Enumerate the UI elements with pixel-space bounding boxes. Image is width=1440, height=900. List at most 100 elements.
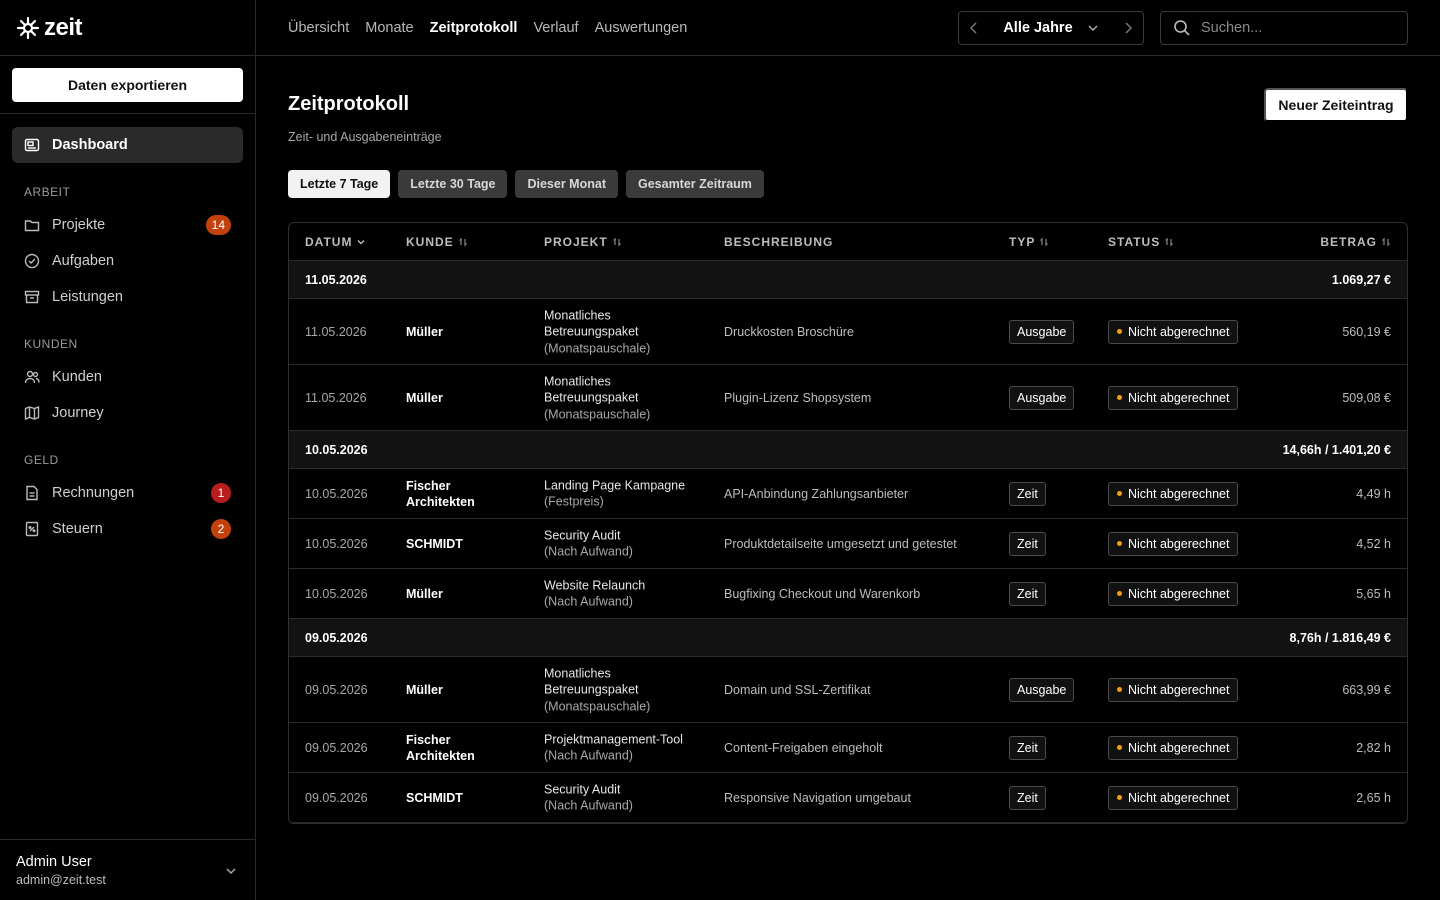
dashboard-icon <box>24 137 40 153</box>
row-projekt: Landing Page Kampagne (Festpreis) <box>544 477 719 510</box>
search-input[interactable] <box>1201 20 1391 36</box>
row-status: Nicht abgerechnet <box>1108 481 1239 506</box>
row-projekt: Monatliches Betreuungspaket (Monatspausch… <box>544 373 704 423</box>
table-row[interactable]: 09.05.2026 Fischer Architekten Projektma… <box>289 723 1407 773</box>
chevron-down-icon <box>225 864 237 882</box>
status-badge: Nicht abgerechnet <box>1108 735 1239 760</box>
row-typ: Zeit <box>1009 481 1046 506</box>
status-badge: Nicht abgerechnet <box>1108 481 1239 506</box>
sidebar-item-rechnungen[interactable]: Rechnungen 1 <box>12 475 243 511</box>
row-projekt-billing: (Monatspauschale) <box>544 340 651 355</box>
entries-table: DATUM KUNDE PROJEKT BESCHREIBUNG TYP STA… <box>288 222 1408 824</box>
sidebar-nav: Dashboard ARBEIT Projekte 14 Aufgaben Le… <box>12 127 243 547</box>
col-datum[interactable]: DATUM <box>305 235 366 249</box>
tab-zeitprotokoll[interactable]: Zeitprotokoll <box>430 20 518 36</box>
sidebar-item-kunden[interactable]: Kunden <box>12 359 243 395</box>
filter-all-time[interactable]: Gesamter Zeitraum <box>625 170 764 198</box>
count-badge: 14 <box>205 215 231 235</box>
sidebar-item-projekte[interactable]: Projekte 14 <box>12 207 243 243</box>
type-tag: Ausgabe <box>1009 385 1075 410</box>
status-badge: Nicht abgerechnet <box>1108 581 1239 606</box>
status-label: Nicht abgerechnet <box>1128 682 1230 697</box>
map-icon <box>24 405 40 421</box>
filter-last-7-days[interactable]: Letzte 7 Tage <box>288 170 391 198</box>
row-projekt-billing: (Nach Aufwand) <box>544 798 633 813</box>
sidebar-item-steuern[interactable]: Steuern 2 <box>12 511 243 547</box>
row-date: 09.05.2026 <box>305 682 368 697</box>
row-typ: Zeit <box>1009 735 1046 760</box>
chevron-right-icon[interactable] <box>1121 21 1135 35</box>
table-row[interactable]: 11.05.2026 Müller Monatliches Betreuungs… <box>289 299 1407 365</box>
new-entry-button[interactable]: Neuer Zeiteintrag <box>1264 88 1408 122</box>
type-tag: Zeit <box>1009 735 1046 760</box>
filter-this-month[interactable]: Dieser Monat <box>515 170 618 198</box>
sidebar-item-label: Projekte <box>52 217 106 233</box>
status-dot-icon <box>1117 329 1122 334</box>
col-betrag[interactable]: BETRAG <box>1320 235 1391 249</box>
tab-auswertungen[interactable]: Auswertungen <box>595 20 688 36</box>
col-status-label: STATUS <box>1108 234 1161 249</box>
users-icon <box>24 369 40 385</box>
row-date: 10.05.2026 <box>305 586 368 601</box>
sidebar-item-dashboard[interactable]: Dashboard <box>12 127 243 163</box>
table-row[interactable]: 10.05.2026 SCHMIDT Security Audit (Nach A… <box>289 519 1407 569</box>
status-label: Nicht abgerechnet <box>1128 586 1230 601</box>
table-row[interactable]: 11.05.2026 Müller Monatliches Betreuungs… <box>289 365 1407 431</box>
sidebar-item-aufgaben[interactable]: Aufgaben <box>12 243 243 279</box>
row-projekt-billing: (Nach Aufwand) <box>544 748 633 763</box>
sidebar-item-leistungen[interactable]: Leistungen <box>12 279 243 315</box>
row-status: Nicht abgerechnet <box>1108 531 1239 556</box>
row-projekt-billing: (Festpreis) <box>544 494 604 509</box>
col-projekt[interactable]: PROJEKT <box>544 235 622 249</box>
row-date: 11.05.2026 <box>305 324 367 339</box>
row-projekt: Security Audit (Nach Aufwand) <box>544 781 704 814</box>
col-kunde[interactable]: KUNDE <box>406 235 468 249</box>
group-date: 10.05.2026 <box>305 443 368 457</box>
sidebar: zeit Daten exportieren Dashboard ARBEIT … <box>0 0 256 900</box>
col-beschreibung-label: BESCHREIBUNG <box>724 234 834 249</box>
row-betrag: 4,52 h <box>1356 536 1391 551</box>
user-name: Admin User <box>16 854 92 870</box>
row-typ: Ausgabe <box>1009 677 1075 702</box>
table-row[interactable]: 10.05.2026 Müller Website Relaunch (Nach … <box>289 569 1407 619</box>
export-button[interactable]: Daten exportieren <box>12 68 243 102</box>
row-projekt-name: Website Relaunch <box>544 578 646 592</box>
year-selector: Alle Jahre <box>958 11 1144 45</box>
col-status[interactable]: STATUS <box>1108 235 1174 249</box>
filter-chips: Letzte 7 Tage Letzte 30 Tage Dieser Mona… <box>288 170 764 198</box>
row-kunde: Müller <box>406 682 443 697</box>
status-badge: Nicht abgerechnet <box>1108 785 1239 810</box>
row-projekt: Security Audit (Nach Aufwand) <box>544 527 704 560</box>
row-typ: Zeit <box>1009 531 1046 556</box>
sidebar-item-label: Aufgaben <box>52 253 115 269</box>
table-row[interactable]: 10.05.2026 Fischer Architekten Landing P… <box>289 469 1407 519</box>
row-typ: Zeit <box>1009 785 1046 810</box>
row-status: Nicht abgerechnet <box>1108 735 1239 760</box>
row-projekt: Website Relaunch (Nach Aufwand) <box>544 577 704 610</box>
filter-last-30-days[interactable]: Letzte 30 Tage <box>398 170 508 198</box>
tab-verlauf[interactable]: Verlauf <box>533 20 578 36</box>
sidebar-item-label: Steuern <box>52 521 103 537</box>
table-row[interactable]: 09.05.2026 SCHMIDT Security Audit (Nach A… <box>289 773 1407 823</box>
chevron-left-icon[interactable] <box>967 21 981 35</box>
user-menu[interactable]: Admin User admin@zeit.test <box>0 839 255 900</box>
row-kunde: Müller <box>406 390 443 405</box>
sort-icon <box>1165 237 1174 246</box>
col-datum-label: DATUM <box>305 234 353 249</box>
col-typ[interactable]: TYP <box>1009 235 1049 249</box>
row-projekt-billing: (Monatspauschale) <box>544 698 651 713</box>
status-dot-icon <box>1117 795 1122 800</box>
brand[interactable]: zeit <box>0 0 255 56</box>
row-projekt-name: Monatliches Betreuungspaket <box>544 373 639 405</box>
row-projekt-name: Monatliches Betreuungspaket <box>544 665 639 697</box>
year-dropdown[interactable]: Alle Jahre <box>1003 20 1098 36</box>
row-beschreibung: Bugfixing Checkout und Warenkorb <box>724 586 921 601</box>
top-nav: Übersicht Monate Zeitprotokoll Verlauf A… <box>288 0 687 56</box>
sidebar-item-journey[interactable]: Journey <box>12 395 243 431</box>
row-beschreibung: Produktdetailseite umgesetzt und geteste… <box>724 536 957 551</box>
sort-icon <box>612 237 621 246</box>
tab-uebersicht[interactable]: Übersicht <box>288 20 349 36</box>
row-projekt-billing: (Nach Aufwand) <box>544 544 633 559</box>
table-row[interactable]: 09.05.2026 Müller Monatliches Betreuungs… <box>289 657 1407 723</box>
tab-monate[interactable]: Monate <box>365 20 413 36</box>
